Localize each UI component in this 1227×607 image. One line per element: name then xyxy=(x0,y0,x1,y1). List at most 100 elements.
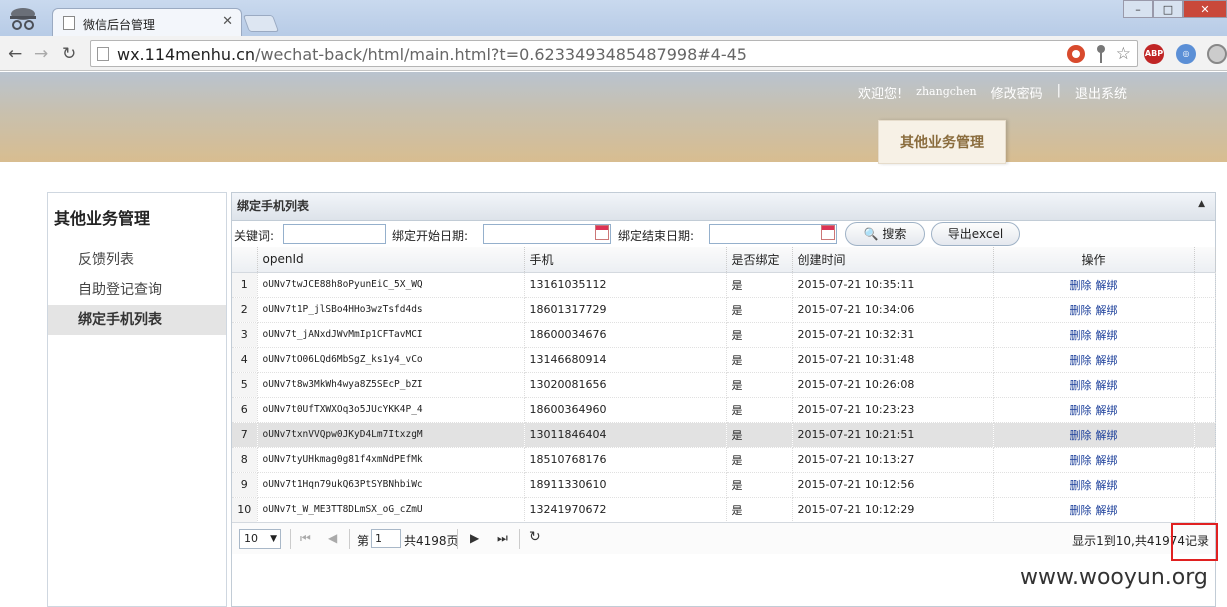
end-date-input[interactable] xyxy=(709,224,837,244)
table-row[interactable]: 5 oUNv7t8w3MkWh4wya8Z5SEcP_bZI 13020081656… xyxy=(232,372,1216,398)
chevron-down-icon: ▼ xyxy=(270,534,277,544)
delete-link[interactable]: 删除 xyxy=(1070,354,1092,367)
pagination-bar: 10 ▼ ⏮ ◀ 第 1 共4198页 ▶ ⏭ ↻ 显示1到10,共41974记… xyxy=(232,522,1215,554)
row-number: 3 xyxy=(232,322,258,348)
unbind-link[interactable]: 解绑 xyxy=(1096,329,1118,342)
forward-icon[interactable]: → xyxy=(34,44,48,64)
collapse-icon[interactable]: ▲ xyxy=(1198,199,1205,209)
phone-cell: 13161035112 xyxy=(524,272,727,298)
logout-link[interactable]: 退出系统 xyxy=(1075,83,1127,102)
keyword-input[interactable] xyxy=(283,224,386,244)
phone-cell: 13146680914 xyxy=(524,347,727,373)
table-row[interactable]: 8 oUNv7tyUHkmag0g81f4xmNdPEfMk 18510768176… xyxy=(232,447,1216,473)
calendar-icon[interactable] xyxy=(821,225,835,240)
bookmark-star-icon[interactable]: ☆ xyxy=(1116,44,1131,64)
delete-link[interactable]: 删除 xyxy=(1070,279,1092,292)
page-size-select[interactable]: 10 ▼ xyxy=(239,529,281,549)
divider xyxy=(290,529,291,549)
adblock-icon[interactable]: ABP xyxy=(1144,44,1164,64)
export-excel-button[interactable]: 导出excel xyxy=(931,222,1020,246)
browser-tab[interactable]: 微信后台管理 ✕ xyxy=(52,8,242,36)
delete-link[interactable]: 删除 xyxy=(1070,504,1092,517)
maximize-icon[interactable]: □ xyxy=(1153,0,1183,18)
key-icon[interactable] xyxy=(1094,44,1108,64)
actions-cell: 删除 解绑 xyxy=(993,397,1195,423)
reload-icon[interactable]: ↻ xyxy=(62,44,76,64)
sidebar-item-self-registration[interactable]: 自助登记查询 xyxy=(48,275,226,305)
delete-link[interactable]: 删除 xyxy=(1070,304,1092,317)
delete-link[interactable]: 删除 xyxy=(1070,479,1092,492)
openid-cell: oUNv7t_W_ME3TT8DLmSX_oG_cZmU xyxy=(257,497,525,523)
delete-link[interactable]: 删除 xyxy=(1070,429,1092,442)
phone-cell: 13020081656 xyxy=(524,372,727,398)
table-row[interactable]: 7 oUNv7txnVVQpw0JKyD4Lm7ItxzgM 13011846404… xyxy=(232,422,1216,448)
phone-cell: 13011846404 xyxy=(524,422,727,448)
bound-cell: 是 xyxy=(726,297,793,323)
page-number-input[interactable]: 1 xyxy=(371,529,401,548)
column-header-bound[interactable]: 是否绑定 xyxy=(726,247,793,273)
table-row[interactable]: 9 oUNv7t1Hqn79ukQ63PtSYBNhbiWc 18911330610… xyxy=(232,472,1216,498)
calendar-icon[interactable] xyxy=(595,225,609,240)
back-icon[interactable]: ← xyxy=(8,44,22,64)
delete-link[interactable]: 删除 xyxy=(1070,454,1092,467)
actions-cell: 删除 解绑 xyxy=(993,472,1195,498)
prev-page-icon[interactable]: ◀ xyxy=(328,531,337,545)
column-header-phone[interactable]: 手机 xyxy=(524,247,727,273)
sidebar-item-feedback[interactable]: 反馈列表 xyxy=(48,245,226,275)
table-row[interactable]: 2 oUNv7t1P_jlSBo4HHo3wzTsfd4ds 18601317729… xyxy=(232,297,1216,323)
divider xyxy=(519,529,520,549)
unbind-link[interactable]: 解绑 xyxy=(1096,504,1118,517)
refresh-icon[interactable]: ↻ xyxy=(529,529,541,545)
start-date-input[interactable] xyxy=(483,224,611,244)
bound-cell: 是 xyxy=(726,422,793,448)
user-bar: 欢迎您! zhangchen 修改密码 | 退出系统 xyxy=(858,83,1127,102)
delete-link[interactable]: 删除 xyxy=(1070,379,1092,392)
page-icon xyxy=(63,16,75,30)
window-close-icon[interactable]: ✕ xyxy=(1183,0,1227,18)
sidebar-item-bound-phones[interactable]: 绑定手机列表 xyxy=(48,305,226,335)
created-cell: 2015-07-21 10:12:29 xyxy=(792,497,994,523)
blocked-popup-icon[interactable] xyxy=(1066,44,1086,64)
table-row[interactable]: 3 oUNv7t_jANxdJWvMmIp1CFTavMCI 18600034676… xyxy=(232,322,1216,348)
module-tab[interactable]: 其他业务管理 xyxy=(878,120,1006,164)
menu-icon[interactable] xyxy=(1207,44,1227,64)
row-number: 10 xyxy=(232,497,258,523)
unbind-link[interactable]: 解绑 xyxy=(1096,479,1118,492)
browser-toolbar: ← → ↻ wx.114menhu.cn/wechat-back/html/ma… xyxy=(0,36,1227,71)
column-header-created[interactable]: 创建时间 xyxy=(792,247,994,273)
row-number: 9 xyxy=(232,472,258,498)
page-total: 共4198页 xyxy=(404,534,459,548)
openid-cell: oUNv7t1Hqn79ukQ63PtSYBNhbiWc xyxy=(257,472,525,498)
first-page-icon[interactable]: ⏮ xyxy=(300,531,311,546)
close-icon[interactable]: ✕ xyxy=(222,14,233,29)
unbind-link[interactable]: 解绑 xyxy=(1096,454,1118,467)
column-header-openid[interactable]: openId xyxy=(257,247,525,273)
highlight-box xyxy=(1171,523,1218,561)
last-page-icon[interactable]: ⏭ xyxy=(497,531,508,546)
next-page-icon[interactable]: ▶ xyxy=(470,531,479,545)
minimize-icon[interactable]: – xyxy=(1123,0,1153,18)
filler-cell xyxy=(1194,422,1216,448)
unbind-link[interactable]: 解绑 xyxy=(1096,379,1118,392)
delete-link[interactable]: 删除 xyxy=(1070,329,1092,342)
address-bar[interactable]: wx.114menhu.cn/wechat-back/html/main.htm… xyxy=(90,40,1138,67)
extension-icon[interactable]: ◎ xyxy=(1176,44,1196,64)
unbind-link[interactable]: 解绑 xyxy=(1096,404,1118,417)
table-row[interactable]: 10 oUNv7t_W_ME3TT8DLmSX_oG_cZmU 1324197067… xyxy=(232,497,1216,523)
bound-cell: 是 xyxy=(726,397,793,423)
filler-cell xyxy=(1194,472,1216,498)
new-tab-button[interactable] xyxy=(242,15,280,32)
unbind-link[interactable]: 解绑 xyxy=(1096,429,1118,442)
table-row[interactable]: 4 oUNv7tO06LQd6MbSgZ_ks1y4_vCo 13146680914… xyxy=(232,347,1216,373)
search-button[interactable]: 🔍 搜索 xyxy=(845,222,925,246)
table-row[interactable]: 6 oUNv7t0UfTXWXOq3o5JUcYKK4P_4 18600364960… xyxy=(232,397,1216,423)
page-icon xyxy=(97,47,109,61)
unbind-link[interactable]: 解绑 xyxy=(1096,279,1118,292)
table-row[interactable]: 1 oUNv7twJCE88h8oPyunEiC_5X_WQ 13161035112… xyxy=(232,272,1216,298)
unbind-link[interactable]: 解绑 xyxy=(1096,354,1118,367)
bound-cell: 是 xyxy=(726,272,793,298)
delete-link[interactable]: 删除 xyxy=(1070,404,1092,417)
bound-cell: 是 xyxy=(726,497,793,523)
unbind-link[interactable]: 解绑 xyxy=(1096,304,1118,317)
change-password-link[interactable]: 修改密码 xyxy=(991,83,1043,102)
